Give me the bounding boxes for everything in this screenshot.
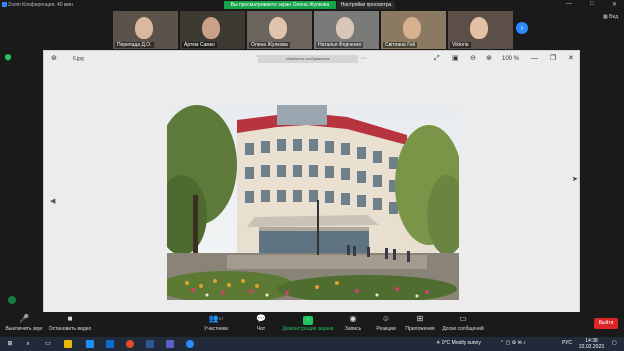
zoom-out-icon[interactable]: ⊖ — [470, 55, 476, 63]
chrome-icon[interactable] — [126, 340, 134, 348]
participant-name: Наталья Федченко — [316, 42, 364, 48]
language-indicator[interactable]: РУС — [562, 340, 572, 346]
mute-label: Выключить звук — [5, 326, 43, 332]
participant-tile[interactable]: Олена Жулкова — [247, 11, 312, 49]
participants-count: 17 — [218, 316, 224, 321]
participant-name: Артем Самко — [182, 42, 217, 48]
notifications-icon[interactable]: ▢ — [612, 340, 617, 346]
participant-video — [135, 17, 153, 39]
task-view-icon[interactable]: ▭ — [44, 340, 52, 348]
video-camera-icon: ■ — [67, 314, 73, 323]
participant-name: Світлана Гей — [383, 42, 418, 48]
file-name: 6.jpg — [73, 56, 84, 62]
whiteboard-icon: ▭ — [459, 314, 467, 323]
viewer-close-icon[interactable]: ✕ — [568, 55, 574, 63]
participant-video — [403, 17, 421, 39]
meeting-controls: 🎤 Выключить звук ■ Остановить видео 👥17 … — [0, 312, 624, 337]
whiteboards-label: Доски сообщений — [442, 326, 484, 332]
windows-taskbar: ⊞ ⌕ ▭ ☀ 0°C Mostly sunny ⌃ ▢ ⚙ ✉ ♪ РУС 1… — [0, 337, 624, 351]
previous-image-icon[interactable]: ◀ — [50, 197, 55, 205]
view-settings-button[interactable]: Настройки просмотра — [337, 1, 395, 9]
close-button[interactable]: ✕ — [612, 1, 617, 8]
viewer-minimize-icon[interactable]: — — [531, 55, 538, 63]
mouse-cursor-icon: ➤ — [572, 176, 578, 183]
maximize-button[interactable]: □ — [590, 1, 594, 7]
participant-tile[interactable]: Наталья Федченко — [314, 11, 379, 49]
shield-icon[interactable] — [5, 54, 11, 61]
annotate-icon[interactable] — [8, 296, 16, 304]
participant-video — [336, 17, 354, 39]
search-icon[interactable]: ⌕ — [24, 340, 32, 348]
zoom-in-icon[interactable]: ⊕ — [486, 55, 492, 63]
participants-label: Участники — [204, 326, 228, 332]
participant-tile[interactable]: Viktoria — [448, 11, 513, 49]
building-photo — [167, 105, 459, 300]
apps-label: Приложения — [405, 326, 435, 332]
weather-text: 0°C Mostly sunny — [441, 340, 481, 346]
view-label: Вид — [609, 14, 619, 20]
zoom-level: 100 % — [502, 56, 520, 62]
participant-tile[interactable]: Світлана Гей — [381, 11, 446, 49]
whiteboards-button[interactable]: ▭ Доски сообщений — [433, 314, 493, 332]
photos-app-icon: ⊛ — [51, 55, 57, 62]
stop-video-button[interactable]: ■ Остановить видео — [40, 314, 100, 332]
view-button[interactable]: ▦ Вид — [603, 14, 618, 20]
teams-icon[interactable] — [166, 340, 174, 348]
minimize-button[interactable]: — — [566, 1, 572, 7]
tray-icons[interactable]: ⌃ ▢ ⚙ ✉ ♪ — [500, 340, 526, 346]
window-title: Zoom Конференция, 40 мин — [8, 2, 73, 8]
zoom-logo-icon — [2, 2, 7, 7]
windows-start-icon[interactable]: ⊞ — [6, 340, 14, 348]
sharing-banner: Вы просматриваете экран Олена Жулкова — [224, 1, 336, 9]
participant-name: Олена Жулкова — [249, 42, 290, 48]
participant-tile[interactable]: Перепада Д.О. — [113, 11, 178, 49]
participant-video — [202, 17, 220, 39]
viewer-restore-icon[interactable]: ❐ — [550, 55, 556, 63]
participant-video — [269, 17, 287, 39]
shared-screen: ⊛ 6.jpg ✎ Изменить изображение ··· ⤢ ▣ ⊖… — [43, 50, 580, 313]
zoom-window: Zoom Конференция, 40 мин — □ ✕ Вы просма… — [0, 0, 624, 337]
next-page-icon[interactable]: › — [516, 22, 528, 34]
chat-label: Чат — [256, 326, 266, 332]
participant-name: Viktoria — [450, 42, 471, 48]
more-options-icon[interactable]: ··· — [360, 55, 367, 63]
file-explorer-icon[interactable] — [64, 340, 72, 348]
date: 22.02.2023 — [579, 344, 605, 350]
share-screen-icon: ↑ — [303, 316, 313, 325]
image-viewer-toolbar: ⊛ 6.jpg ✎ Изменить изображение ··· ⤢ ▣ ⊖… — [44, 51, 581, 67]
fullscreen-icon[interactable]: ⤢ — [434, 55, 440, 63]
participant-name: Перепада Д.О. — [115, 42, 154, 48]
clock[interactable]: 14:38 22.02.2023 — [579, 338, 604, 350]
participant-video — [470, 17, 488, 39]
fit-icon[interactable]: ▣ — [452, 55, 459, 63]
stop-video-label: Остановить видео — [48, 326, 92, 332]
weather-widget[interactable]: ☀ 0°C Mostly sunny — [436, 340, 481, 346]
leave-button[interactable]: Выйти — [594, 318, 618, 329]
word-icon[interactable] — [146, 340, 154, 348]
zoom-taskbar-icon[interactable] — [186, 340, 194, 348]
edge-icon[interactable] — [86, 340, 94, 348]
participant-tile[interactable]: Артем Самко — [180, 11, 245, 49]
edit-toolstrip[interactable]: Изменить изображение — [258, 55, 358, 63]
store-icon[interactable] — [106, 340, 114, 348]
